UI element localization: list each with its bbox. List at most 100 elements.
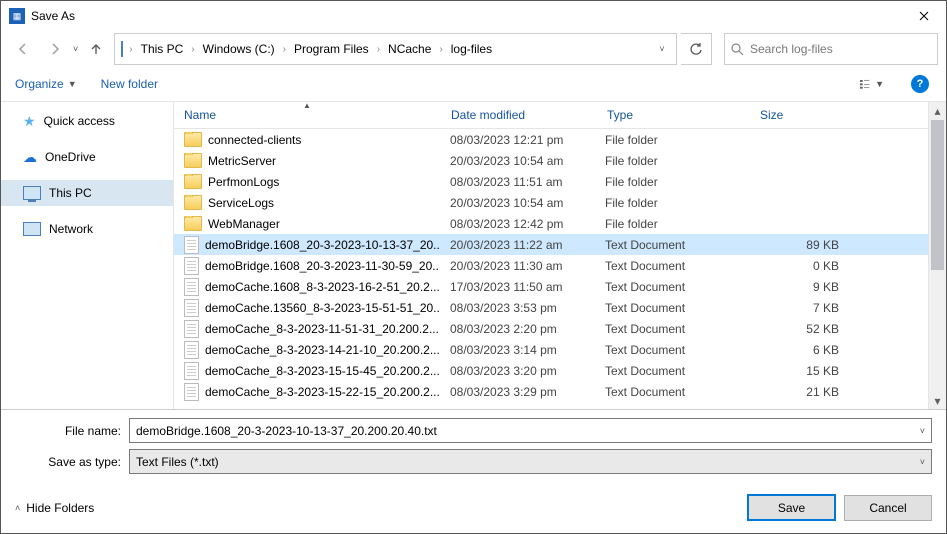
table-row[interactable]: WebManager08/03/2023 12:42 pmFile folder — [174, 213, 946, 234]
cell-name: demoCache_8-3-2023-11-51-31_20.200.2... — [174, 320, 440, 338]
crumb-log-files[interactable]: log-files — [445, 35, 498, 63]
organize-label: Organize — [15, 77, 64, 91]
sidebar-item-label: OneDrive — [45, 150, 96, 164]
scroll-down-icon[interactable]: ▾ — [929, 392, 946, 409]
file-name-text: demoCache_8-3-2023-11-51-31_20.200.2... — [205, 322, 439, 336]
file-icon — [184, 362, 199, 380]
file-list-pane: ▲ Name Date modified Type Size connected… — [174, 102, 946, 409]
table-row[interactable]: demoCache_8-3-2023-11-51-31_20.200.2...0… — [174, 318, 946, 339]
window-title: Save As — [31, 9, 75, 23]
file-icon — [184, 257, 199, 275]
vertical-scrollbar[interactable]: ▴ ▾ — [928, 102, 946, 409]
sidebar-item-label: This PC — [49, 186, 92, 200]
table-row[interactable]: ServiceLogs20/03/2023 10:54 amFile folde… — [174, 192, 946, 213]
table-row[interactable]: PerfmonLogs08/03/2023 11:51 amFile folde… — [174, 171, 946, 192]
cell-type: Text Document — [595, 238, 747, 252]
recent-locations-dropdown[interactable]: ˅ — [73, 44, 78, 54]
address-dropdown[interactable]: ˅ — [652, 44, 672, 54]
table-row[interactable]: demoCache.13560_8-3-2023-15-51-51_20...0… — [174, 297, 946, 318]
file-name-text: demoCache.13560_8-3-2023-15-51-51_20... — [205, 301, 440, 315]
table-row[interactable]: demoCache.1608_8-3-2023-16-2-51_20.2...1… — [174, 276, 946, 297]
column-header-name[interactable]: ▲ Name — [174, 102, 441, 128]
cell-date: 20/03/2023 11:22 am — [440, 238, 595, 252]
cell-date: 08/03/2023 3:29 pm — [440, 385, 595, 399]
cell-date: 20/03/2023 10:54 am — [440, 196, 595, 210]
back-arrow-icon — [16, 42, 30, 56]
sidebar-item-quick-access[interactable]: ★ Quick access — [1, 108, 173, 134]
save-as-type-combo[interactable]: Text Files (*.txt) ˅ — [129, 449, 932, 474]
file-name-text: MetricServer — [208, 154, 276, 168]
column-header-date[interactable]: Date modified — [441, 102, 597, 128]
cloud-icon: ☁ — [23, 150, 37, 164]
cell-name: demoCache.1608_8-3-2023-16-2-51_20.2... — [174, 278, 440, 296]
table-row[interactable]: MetricServer20/03/2023 10:54 amFile fold… — [174, 150, 946, 171]
help-button[interactable]: ? — [908, 72, 932, 96]
table-row[interactable]: demoBridge.1608_20-3-2023-11-30-59_20...… — [174, 255, 946, 276]
crumb-ncache[interactable]: NCache — [382, 35, 437, 63]
search-input[interactable]: Search log-files — [724, 33, 938, 65]
cell-name: demoCache_8-3-2023-14-21-10_20.200.2... — [174, 341, 440, 359]
view-options-button[interactable]: ▼ — [860, 72, 884, 96]
sidebar-item-network[interactable]: Network — [1, 216, 173, 242]
cell-size: 52 KB — [747, 322, 853, 336]
cancel-button[interactable]: Cancel — [844, 495, 932, 521]
file-name-text: demoCache_8-3-2023-14-21-10_20.200.2... — [205, 343, 440, 357]
new-folder-button[interactable]: New folder — [101, 77, 158, 91]
chevron-down-icon[interactable]: ˅ — [920, 426, 925, 436]
dialog-body: ★ Quick access ☁ OneDrive This PC Networ… — [1, 102, 946, 409]
column-header-size[interactable]: Size — [750, 102, 843, 128]
column-headers: ▲ Name Date modified Type Size — [174, 102, 946, 129]
network-icon — [23, 222, 41, 236]
file-name-text: ServiceLogs — [208, 196, 274, 210]
chevron-down-icon[interactable]: ˅ — [920, 457, 925, 467]
cell-size: 7 KB — [747, 301, 853, 315]
cell-name: demoCache.13560_8-3-2023-15-51-51_20... — [174, 299, 440, 317]
cell-date: 20/03/2023 11:30 am — [440, 259, 595, 273]
table-row[interactable]: demoCache_8-3-2023-15-15-45_20.200.2...0… — [174, 360, 946, 381]
cell-type: Text Document — [595, 385, 747, 399]
crumb-this-pc[interactable]: This PC — [135, 35, 190, 63]
scrollbar-thumb[interactable] — [931, 120, 944, 270]
table-row[interactable]: connected-clients08/03/2023 12:21 pmFile… — [174, 129, 946, 150]
cell-name: MetricServer — [174, 153, 440, 168]
sidebar-item-this-pc[interactable]: This PC — [1, 180, 173, 206]
close-button[interactable] — [901, 1, 946, 31]
crumb-drive[interactable]: Windows (C:) — [197, 35, 281, 63]
crumb-program-files[interactable]: Program Files — [288, 35, 375, 63]
search-placeholder: Search log-files — [750, 42, 833, 56]
cell-type: File folder — [595, 175, 747, 189]
chevron-right-icon: › — [437, 44, 444, 55]
up-button[interactable] — [82, 35, 110, 63]
cell-name: demoBridge.1608_20-3-2023-10-13-37_20... — [174, 236, 440, 254]
save-button[interactable]: Save — [747, 494, 836, 521]
cell-type: Text Document — [595, 259, 747, 273]
refresh-icon — [689, 42, 703, 56]
folder-icon — [184, 153, 202, 168]
table-row[interactable]: demoCache_8-3-2023-15-22-15_20.200.2...0… — [174, 381, 946, 402]
cell-date: 08/03/2023 3:14 pm — [440, 343, 595, 357]
file-name-input[interactable]: demoBridge.1608_20-3-2023-10-13-37_20.20… — [129, 418, 932, 443]
cell-date: 08/03/2023 12:21 pm — [440, 133, 595, 147]
cell-name: ServiceLogs — [174, 195, 440, 210]
back-button[interactable] — [9, 35, 37, 63]
cell-name: demoCache_8-3-2023-15-15-45_20.200.2... — [174, 362, 440, 380]
monitor-icon — [23, 186, 41, 200]
organize-menu[interactable]: Organize ▼ — [15, 77, 77, 91]
refresh-button[interactable] — [681, 33, 712, 65]
forward-button[interactable] — [41, 35, 69, 63]
hide-folders-toggle[interactable]: ˄ Hide Folders — [15, 501, 94, 515]
file-icon — [184, 341, 199, 359]
file-name-text: demoCache_8-3-2023-15-22-15_20.200.2... — [205, 385, 440, 399]
file-name-text: demoBridge.1608_20-3-2023-10-13-37_20... — [205, 238, 440, 252]
address-breadcrumb[interactable]: › This PC › Windows (C:) › Program Files… — [114, 33, 677, 65]
table-row[interactable]: demoBridge.1608_20-3-2023-10-13-37_20...… — [174, 234, 946, 255]
sidebar-item-label: Network — [49, 222, 93, 236]
sidebar-item-label: Quick access — [44, 114, 115, 128]
table-row[interactable]: demoCache_8-3-2023-14-21-10_20.200.2...0… — [174, 339, 946, 360]
column-header-type[interactable]: Type — [597, 102, 750, 128]
folder-icon — [184, 195, 202, 210]
sidebar-item-onedrive[interactable]: ☁ OneDrive — [1, 144, 173, 170]
cell-name: connected-clients — [174, 132, 440, 147]
scroll-up-icon[interactable]: ▴ — [929, 102, 946, 119]
cell-date: 20/03/2023 10:54 am — [440, 154, 595, 168]
